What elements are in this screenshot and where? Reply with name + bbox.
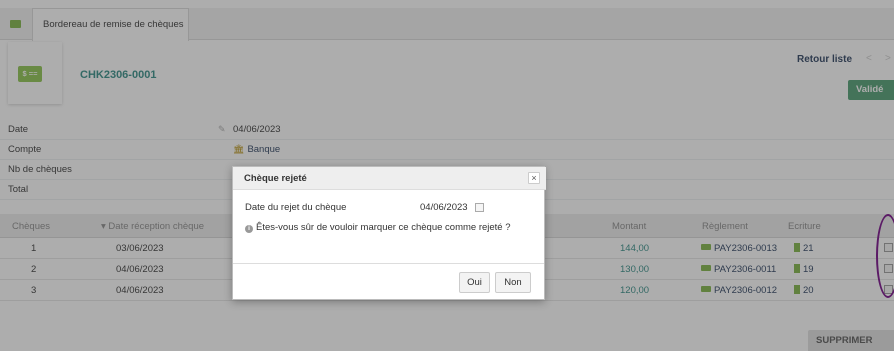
yes-button[interactable]: Oui [459, 272, 490, 293]
calendar-icon[interactable] [475, 203, 484, 212]
no-button[interactable]: Non [495, 272, 531, 293]
confirm-question-text: Êtes-vous sûr de vouloir marquer ce chèq… [256, 222, 511, 233]
info-icon: i [245, 225, 253, 233]
dialog-divider [233, 263, 544, 264]
reject-cheque-dialog: Chèque rejeté × Date du rejet du chèque … [232, 166, 546, 300]
confirm-question: i Êtes-vous sûr de vouloir marquer ce chè… [245, 222, 511, 233]
close-icon[interactable]: × [528, 172, 540, 184]
reject-date-field[interactable]: 04/06/2023 [420, 202, 468, 213]
dialog-header: Chèque rejeté × [233, 167, 546, 190]
dialog-title: Chèque rejeté [244, 173, 307, 184]
reject-date-label: Date du rejet du chèque [245, 202, 347, 213]
highlight-annotation [876, 214, 894, 298]
